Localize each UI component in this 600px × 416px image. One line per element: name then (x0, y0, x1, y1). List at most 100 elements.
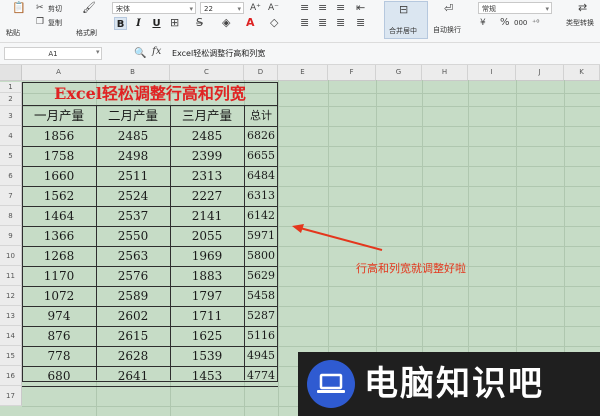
fill-color-icon[interactable]: ◈ (222, 17, 230, 29)
row-header-17[interactable]: 17 (0, 386, 22, 406)
fx-icon[interactable]: fx (152, 46, 161, 57)
font-name-select[interactable]: 宋体 ▾ (112, 2, 196, 14)
justify-icon[interactable]: ≣ (356, 17, 365, 29)
table-cell[interactable]: 2511 (96, 166, 170, 186)
align-left-icon[interactable]: ≣ (300, 17, 309, 29)
row-header-2[interactable]: 2 (0, 93, 22, 106)
copy-icon[interactable]: ❐ (36, 16, 44, 28)
decimal-icon[interactable]: ⁺⁰ (532, 17, 539, 29)
row-header-8[interactable]: 8 (0, 206, 22, 226)
table-cell[interactable]: 4945 (244, 346, 278, 366)
bold-button[interactable]: B (114, 17, 127, 30)
table-cell[interactable]: 876 (22, 326, 96, 346)
table-cell[interactable]: 2141 (170, 206, 244, 226)
table-cell[interactable]: 2227 (170, 186, 244, 206)
table-cell[interactable]: 1453 (170, 366, 244, 386)
row-header-12[interactable]: 12 (0, 286, 22, 306)
strikethrough-icon[interactable]: S̶ (196, 17, 203, 29)
row-header-16[interactable]: 16 (0, 366, 22, 386)
table-cell[interactable]: 1366 (22, 226, 96, 246)
table-cell[interactable]: 6142 (244, 206, 278, 226)
table-header-cell[interactable]: 总计 (244, 106, 278, 126)
italic-button[interactable]: I (132, 17, 145, 30)
table-cell[interactable]: 2498 (96, 146, 170, 166)
border-icon[interactable]: ⊞ (170, 17, 179, 29)
table-cell[interactable]: 2055 (170, 226, 244, 246)
table-cell[interactable]: 2550 (96, 226, 170, 246)
column-header-g[interactable]: G (376, 65, 422, 80)
name-box[interactable]: A1 (4, 47, 102, 60)
table-cell[interactable]: 5458 (244, 286, 278, 306)
row-header-13[interactable]: 13 (0, 306, 22, 326)
table-cell[interactable]: 2399 (170, 146, 244, 166)
table-cell[interactable]: 1758 (22, 146, 96, 166)
merge-center-button[interactable]: ⊟ 合并居中 (384, 1, 428, 39)
align-top-icon[interactable]: ≡ (300, 2, 309, 14)
table-cell[interactable]: 5971 (244, 226, 278, 246)
row-header-11[interactable]: 11 (0, 266, 22, 286)
table-cell[interactable]: 1268 (22, 246, 96, 266)
row-header-7[interactable]: 7 (0, 186, 22, 206)
row-header-1[interactable]: 1 (0, 82, 22, 93)
select-all-corner[interactable] (0, 65, 22, 80)
column-header-e[interactable]: E (278, 65, 328, 80)
table-cell[interactable]: 6484 (244, 166, 278, 186)
column-header-c[interactable]: C (170, 65, 244, 80)
align-bottom-icon[interactable]: ≡ (336, 2, 345, 14)
table-cell[interactable]: 2485 (170, 126, 244, 146)
increase-font-icon[interactable]: A⁺ (250, 2, 261, 14)
table-cell[interactable]: 2641 (96, 366, 170, 386)
table-cell[interactable]: 2615 (96, 326, 170, 346)
row-header-10[interactable]: 10 (0, 246, 22, 266)
table-cell[interactable]: 974 (22, 306, 96, 326)
table-cell[interactable]: 5287 (244, 306, 278, 326)
column-header-i[interactable]: I (468, 65, 516, 80)
format-painter-button[interactable]: 格式刷 (76, 28, 97, 38)
column-header-d[interactable]: D (244, 65, 278, 80)
table-cell[interactable]: 2524 (96, 186, 170, 206)
row-header-14[interactable]: 14 (0, 326, 22, 346)
table-cell[interactable]: 1856 (22, 126, 96, 146)
row-header-4[interactable]: 4 (0, 126, 22, 146)
thousands-button[interactable]: 000 (514, 19, 527, 27)
table-cell[interactable]: 4774 (244, 366, 278, 386)
indent-icon[interactable]: ⇤ (356, 2, 365, 14)
percent-button[interactable]: % (500, 17, 510, 29)
table-cell[interactable]: 2628 (96, 346, 170, 366)
table-cell[interactable]: 1711 (170, 306, 244, 326)
table-cell[interactable]: 778 (22, 346, 96, 366)
table-cell[interactable]: 680 (22, 366, 96, 386)
table-cell[interactable]: 5800 (244, 246, 278, 266)
table-cell[interactable]: 5629 (244, 266, 278, 286)
font-size-select[interactable]: 22 ▾ (200, 2, 244, 14)
align-middle-icon[interactable]: ≡ (318, 2, 327, 14)
table-cell[interactable]: 1625 (170, 326, 244, 346)
table-cell[interactable]: 1883 (170, 266, 244, 286)
cut-icon[interactable]: ✂ (36, 2, 44, 14)
table-cell[interactable]: 1072 (22, 286, 96, 306)
table-header-cell[interactable]: 一月产量 (22, 106, 96, 126)
cut-button[interactable]: 剪切 (48, 4, 62, 14)
column-header-k[interactable]: K (564, 65, 600, 80)
column-header-h[interactable]: H (422, 65, 468, 80)
row-header-3[interactable]: 3 (0, 106, 22, 126)
table-cell[interactable]: 2602 (96, 306, 170, 326)
table-cell[interactable]: 1170 (22, 266, 96, 286)
column-header-j[interactable]: J (516, 65, 564, 80)
wrap-text-button[interactable]: ⏎ 自动换行 (432, 1, 472, 39)
underline-button[interactable]: U (150, 17, 163, 30)
table-cell[interactable]: 2485 (96, 126, 170, 146)
row-header-15[interactable]: 15 (0, 346, 22, 366)
column-header-b[interactable]: B (96, 65, 170, 80)
row-header-5[interactable]: 5 (0, 146, 22, 166)
format-painter-icon[interactable]: 🖌 (82, 2, 96, 14)
table-cell[interactable]: 1562 (22, 186, 96, 206)
copy-button[interactable]: 复制 (48, 18, 62, 28)
table-cell[interactable]: 2537 (96, 206, 170, 226)
table-cell[interactable]: 1969 (170, 246, 244, 266)
table-cell[interactable]: 2576 (96, 266, 170, 286)
paste-button[interactable]: 粘贴 (6, 28, 20, 38)
table-header-cell[interactable]: 三月产量 (170, 106, 244, 126)
chevron-down-icon[interactable]: ▾ (96, 48, 100, 56)
column-header-a[interactable]: A (22, 65, 96, 80)
